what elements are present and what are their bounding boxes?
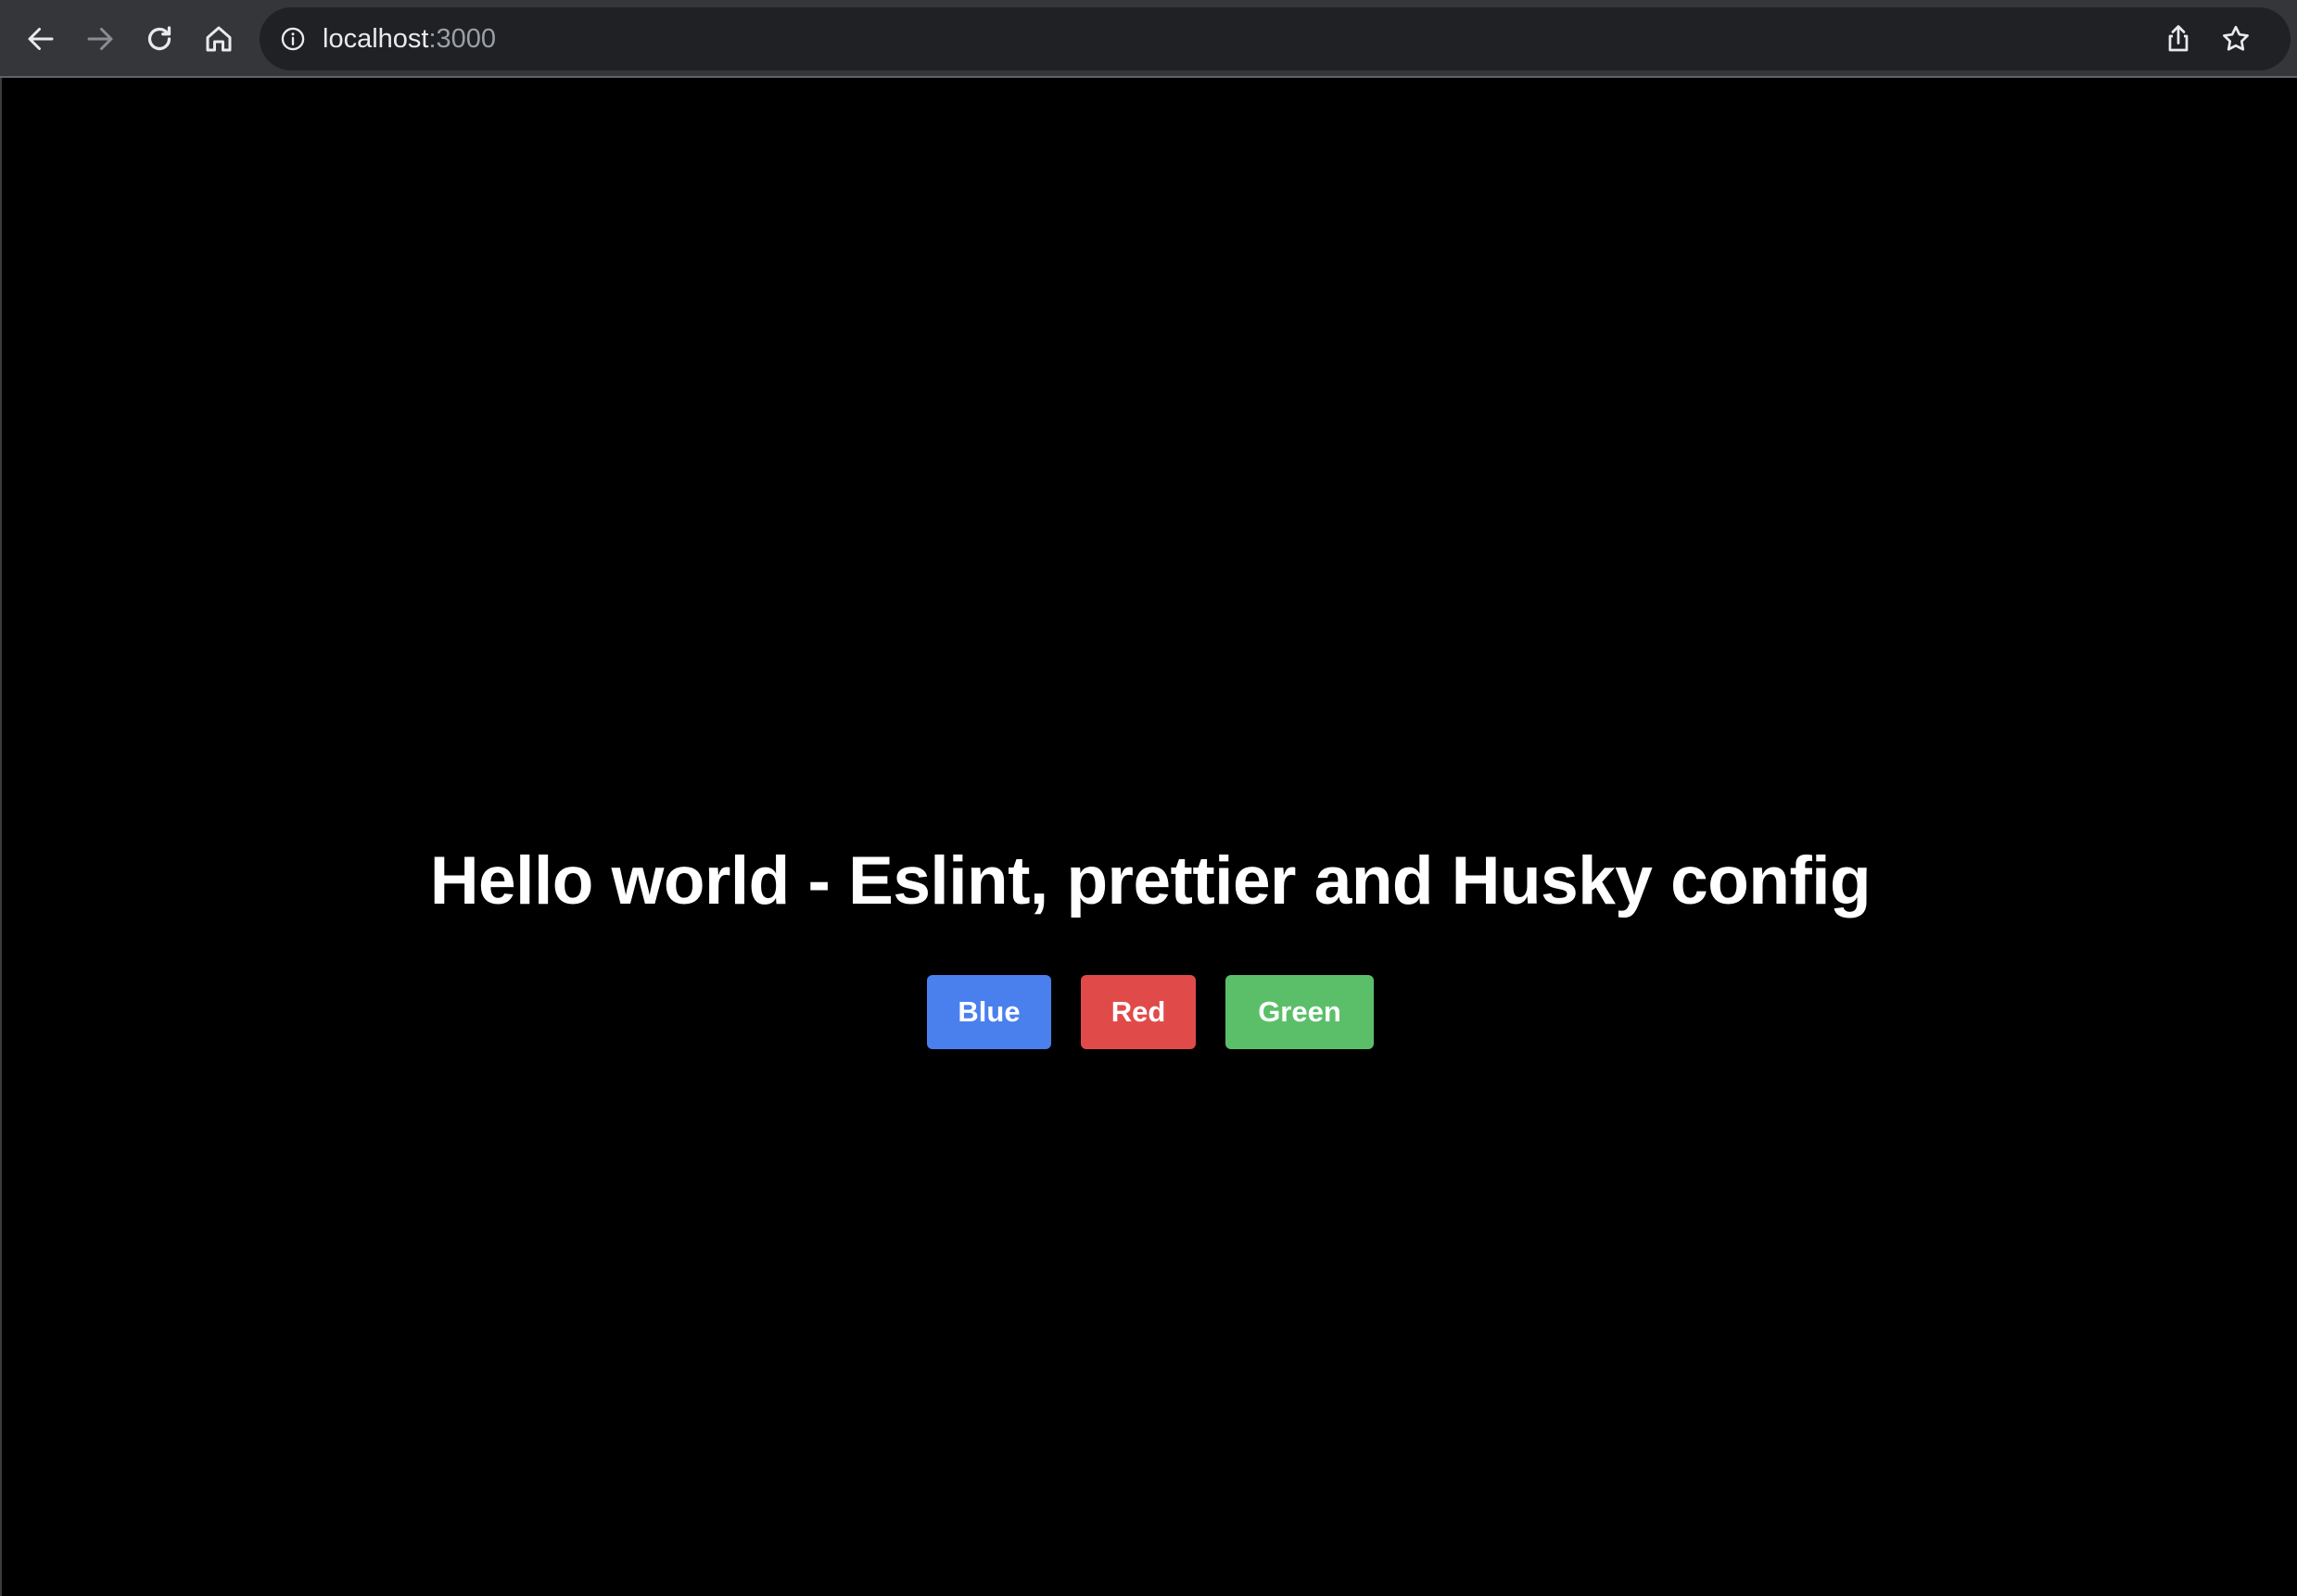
back-button[interactable] [13,9,69,69]
page-title: Hello world - Eslint, prettier and Husky… [429,843,1872,918]
blue-button[interactable]: Blue [927,975,1051,1049]
url-text[interactable]: localhost:3000 [323,7,496,70]
arrow-right-icon [83,22,117,56]
star-icon[interactable] [2219,22,2253,56]
browser-toolbar: localhost:3000 [0,0,2297,78]
url-port: :3000 [428,24,497,54]
red-button[interactable]: Red [1081,975,1196,1049]
info-icon[interactable] [280,26,306,52]
url-host: localhost [323,24,429,54]
arrow-left-icon [24,22,57,56]
page-viewport: Hello world - Eslint, prettier and Husky… [0,78,2297,1596]
reload-icon [143,22,176,56]
green-button[interactable]: Green [1225,975,1374,1049]
forward-button[interactable] [72,9,128,69]
home-icon [202,22,235,56]
reload-button[interactable] [132,9,187,69]
share-icon[interactable] [2162,22,2195,56]
home-button[interactable] [191,9,247,69]
address-bar[interactable]: localhost:3000 [260,7,2291,70]
browser-window: localhost:3000 Hello world - Eslint, pre… [0,0,2297,1596]
color-button-group: Blue Red Green [2,975,2297,1051]
